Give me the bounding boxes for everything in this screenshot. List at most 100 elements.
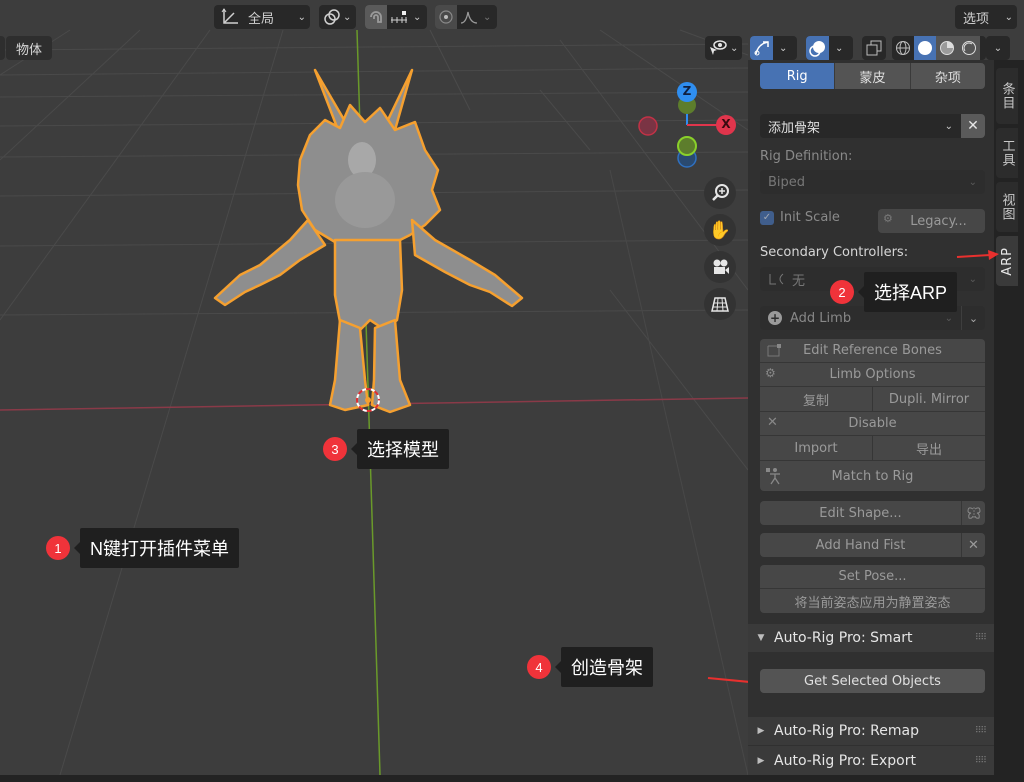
clear-armature-button[interactable]: ✕ xyxy=(961,114,985,138)
wireframe-shading-button[interactable] xyxy=(892,36,914,60)
step-badge: 1 xyxy=(46,536,70,560)
init-scale-checkbox[interactable]: ✓ Init Scale xyxy=(760,210,840,225)
pose-tools-stack: Set Pose... 将当前姿态应用为静置姿态 xyxy=(760,565,985,613)
gizmo-z-label: Z xyxy=(682,84,692,98)
plus-circle-icon: + xyxy=(768,311,782,325)
annotation-text: 创造骨架 xyxy=(555,647,653,687)
snap-toggle[interactable] xyxy=(365,5,387,29)
xray-toggle[interactable] xyxy=(862,36,886,60)
edit-reference-bones-button[interactable]: Edit Reference Bones xyxy=(760,339,985,363)
eye-pointer-icon xyxy=(710,40,727,55)
close-icon: ✕ xyxy=(967,118,979,134)
camera-view-button[interactable] xyxy=(704,251,736,283)
tab-tool[interactable]: 工具 xyxy=(996,128,1018,178)
chevron-down-icon: ⌄ xyxy=(968,273,977,285)
character-model[interactable] xyxy=(200,60,540,430)
triangle-right-icon: ▶ xyxy=(757,726,765,736)
add-limb-options-button[interactable]: ⌄ xyxy=(961,306,985,330)
gears-icon: ⚙ xyxy=(765,366,776,380)
zoom-view-button[interactable] xyxy=(704,177,736,209)
import-button[interactable]: Import xyxy=(760,436,873,460)
proportional-edit-toggle[interactable] xyxy=(435,5,457,29)
x-icon: ✕ xyxy=(968,537,979,553)
drag-grip-icon[interactable]: ⠿⠿ xyxy=(975,756,987,766)
options-label: 选项 xyxy=(963,11,990,27)
link-icon xyxy=(324,9,340,25)
duplicate-button[interactable]: 复制 xyxy=(760,387,873,411)
status-bar xyxy=(0,775,1024,782)
edit-shape-row: Edit Shape... xyxy=(760,501,985,525)
camera-icon xyxy=(713,259,729,274)
limb-tools-stack: Edit Reference Bones ⚙ Limb Options 复制 D… xyxy=(760,339,985,491)
get-selected-objects-button[interactable]: Get Selected Objects xyxy=(760,669,985,693)
falloff-curve-icon xyxy=(460,11,478,24)
arp-mode-tabs: Rig 蒙皮 杂项 xyxy=(760,63,985,89)
tab-skin[interactable]: 蒙皮 xyxy=(835,63,911,89)
snap-target-dropdown[interactable] xyxy=(387,5,411,29)
edit-shape-button[interactable]: Edit Shape... xyxy=(760,501,961,525)
drag-grip-icon[interactable]: ⠿⠿ xyxy=(975,633,987,643)
object-menu[interactable]: 物体 xyxy=(6,36,53,60)
chevron-down-icon: ⌄ xyxy=(779,42,788,54)
checkbox-checked-icon: ✓ xyxy=(760,210,774,225)
gizmo-toggle[interactable] xyxy=(750,36,773,60)
panel-header-smart[interactable]: ▼ Auto-Rig Pro: Smart ⠿⠿ xyxy=(748,624,994,652)
export-button[interactable]: 导出 xyxy=(873,436,985,460)
panel-header-export[interactable]: ▶ Auto-Rig Pro: Export ⠿⠿ xyxy=(748,746,994,775)
add-armature-label: 添加骨架 xyxy=(768,120,821,136)
transform-orientation-dropdown[interactable]: 全局 ⌄ xyxy=(214,5,310,29)
panel-header-remap[interactable]: ▶ Auto-Rig Pro: Remap ⠿⠿ xyxy=(748,717,994,745)
overlays-dropdown[interactable]: ⌄ xyxy=(806,36,853,60)
add-hand-fist-button[interactable]: Add Hand Fist xyxy=(760,533,961,557)
butterfly-mirror-icon xyxy=(966,507,981,519)
pivot-point-dropdown[interactable]: ⌄ xyxy=(319,5,356,29)
rendered-shading-button[interactable] xyxy=(958,36,980,60)
chevron-down-icon: ⌄ xyxy=(993,42,1003,54)
set-pose-button[interactable]: Set Pose... xyxy=(760,565,985,589)
pan-view-button[interactable]: ✋ xyxy=(704,214,736,246)
tab-rig[interactable]: Rig xyxy=(760,63,836,89)
disable-button[interactable]: ✕ Disable xyxy=(760,412,985,436)
add-armature-dropdown[interactable]: 添加骨架 ⌄ xyxy=(760,114,961,138)
limb-options-button[interactable]: ⚙ Limb Options xyxy=(760,363,985,387)
mirror-shape-button[interactable] xyxy=(961,501,985,525)
chevron-down-icon: ⌄ xyxy=(944,120,953,132)
rig-definition-dropdown[interactable]: Biped ⌄ xyxy=(760,170,985,194)
tab-item[interactable]: 条目 xyxy=(996,68,1018,124)
chevron-down-icon: ⌄ xyxy=(968,176,977,188)
material-preview-button[interactable] xyxy=(936,36,958,60)
overlays-toggle[interactable] xyxy=(806,36,829,60)
shading-mode-group xyxy=(892,36,986,60)
dupli-mirror-button[interactable]: Dupli. Mirror xyxy=(873,387,985,411)
hand-icon: ✋ xyxy=(708,219,732,241)
shading-options-dropdown[interactable]: ⌄ xyxy=(986,36,1010,60)
remove-hand-fist-button[interactable]: ✕ xyxy=(961,533,985,557)
match-to-rig-button[interactable]: Match to Rig xyxy=(760,461,985,491)
falloff-dropdown[interactable] xyxy=(457,5,481,29)
gizmo-x-negative xyxy=(638,116,658,136)
options-dropdown[interactable]: 选项 ⌄ xyxy=(955,5,1017,29)
bone-curve-icon xyxy=(769,273,784,285)
x-icon: ✕ xyxy=(767,415,778,430)
solid-sphere-icon xyxy=(918,41,932,55)
tab-misc[interactable]: 杂项 xyxy=(910,63,985,89)
gizmo-y-positive xyxy=(677,136,697,156)
zoom-icon xyxy=(712,184,729,201)
apply-rest-pose-button[interactable]: 将当前姿态应用为静置姿态 xyxy=(760,589,985,613)
header-collapse-tab[interactable] xyxy=(0,36,5,60)
material-sphere-icon xyxy=(940,41,954,55)
drag-grip-icon[interactable]: ⠿⠿ xyxy=(975,726,987,736)
proportional-circle-icon xyxy=(439,10,453,24)
rig-definition-value: Biped xyxy=(768,174,806,190)
selectability-visibility-dropdown[interactable]: ⌄ xyxy=(705,36,742,60)
chevron-down-icon: ⌄ xyxy=(835,42,844,54)
gizmo-dropdown[interactable]: ⌄ xyxy=(750,36,797,60)
gears-icon: ⚙ xyxy=(883,212,893,225)
legacy-button[interactable]: ⚙ Legacy... xyxy=(878,209,985,233)
tab-view[interactable]: 视图 xyxy=(996,182,1018,232)
add-limb-label: Add Limb xyxy=(790,310,852,326)
solid-shading-button[interactable] xyxy=(914,36,936,60)
annotation-text: 选择ARP xyxy=(857,272,958,312)
wireframe-sphere-icon xyxy=(896,41,910,55)
ortho-toggle-button[interactable] xyxy=(704,288,736,320)
